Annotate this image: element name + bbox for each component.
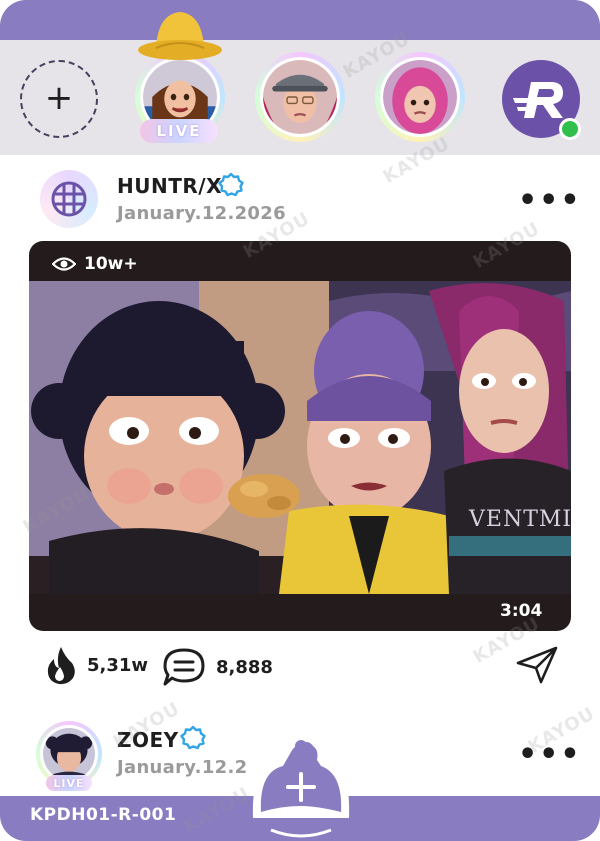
story-zoey[interactable] xyxy=(375,52,465,142)
more-options-button[interactable]: ••• xyxy=(518,186,582,216)
zoey-live-badge: LIVE xyxy=(46,775,92,791)
comment-action[interactable]: 8,888 xyxy=(162,647,273,687)
next-post-date: January.12.2 xyxy=(117,757,248,778)
mira-avatar xyxy=(263,60,337,134)
like-count: 5,31w xyxy=(87,654,149,676)
zoey-avatar xyxy=(383,60,457,134)
like-action[interactable]: 5,31w xyxy=(45,645,148,685)
huntrx-avatar[interactable] xyxy=(40,170,98,228)
eye-icon xyxy=(52,257,76,271)
create-fab-shape-icon xyxy=(252,731,350,838)
video-duration: 3:04 xyxy=(500,601,543,621)
svg-text:VENTMIS: VENTMIS xyxy=(468,507,571,532)
video-thumbnail[interactable]: VENTMIS xyxy=(29,281,571,594)
live-badge: LIVE xyxy=(140,119,218,143)
view-count-label: 10w+ xyxy=(84,254,138,274)
next-post-verified-badge-icon xyxy=(180,725,206,750)
comment-bubble-icon xyxy=(163,648,205,686)
comment-count: 8,888 xyxy=(216,656,273,678)
collectible-card: + LIVE HUNTR/X January.12.2026 ••• 10w+ … xyxy=(0,0,600,841)
bucket-hat-icon xyxy=(138,12,222,60)
view-count: 10w+ xyxy=(52,254,138,274)
verified-badge-icon xyxy=(218,172,244,197)
create-post-button[interactable] xyxy=(247,722,355,841)
zoey-profile-image xyxy=(43,728,95,780)
online-status-dot xyxy=(559,118,581,140)
card-code: KPDH01-R-001 xyxy=(30,805,177,825)
next-post-author-name[interactable]: ZOEY xyxy=(117,728,179,752)
post-date: January.12.2026 xyxy=(117,203,286,224)
post-author-name[interactable]: HUNTR/X xyxy=(117,174,222,198)
top-header-band xyxy=(0,0,600,40)
share-send-icon[interactable] xyxy=(515,645,559,685)
add-story-button[interactable]: + xyxy=(20,60,98,138)
brand-r-logo-icon xyxy=(513,82,563,118)
next-post-more-options-button[interactable]: ••• xyxy=(518,740,582,770)
plus-icon: + xyxy=(44,77,74,118)
huntrx-logo-icon xyxy=(51,181,87,217)
fire-icon xyxy=(47,647,75,685)
story-mira[interactable] xyxy=(255,52,345,142)
